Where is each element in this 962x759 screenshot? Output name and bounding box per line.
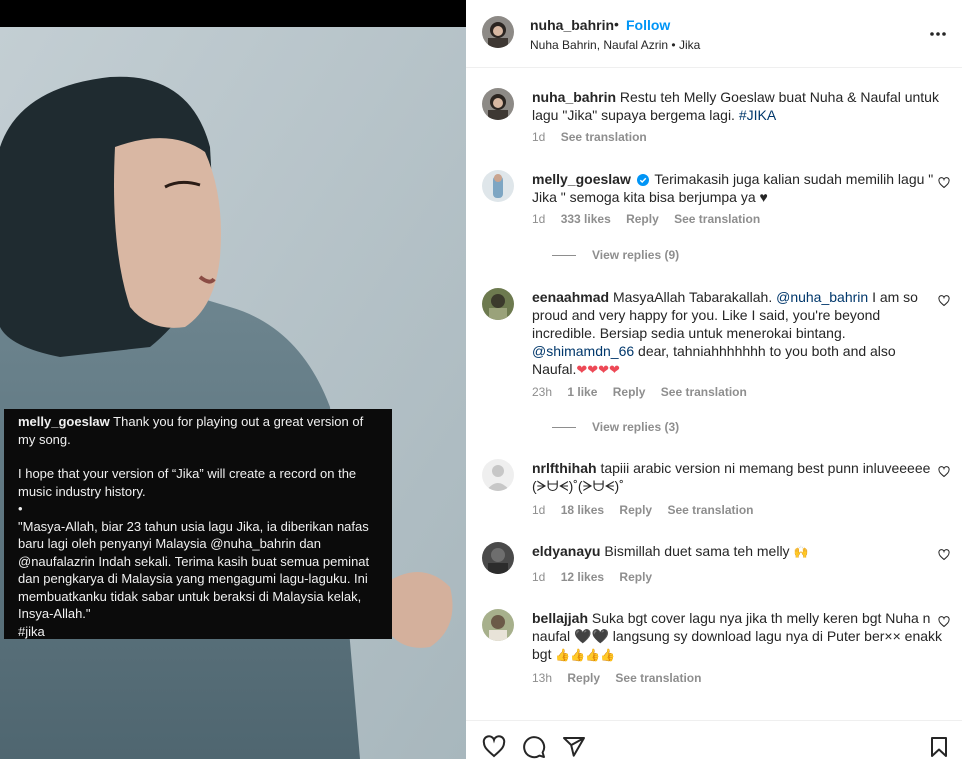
caption-hashtag[interactable]: #JIKA [739,107,776,123]
comment-meta: 1d 18 likes Reply See translation [532,503,765,517]
comment-text: eenaahmad MasyaAllah Tabarakallah. @nuha… [532,288,942,379]
commenter-avatar[interactable] [482,170,514,202]
comment-reply-button[interactable]: Reply [626,212,659,226]
post-header: nuha_bahrin • Follow Nuha Bahrin, Naufal… [466,0,962,68]
post-media[interactable]: melly_goeslaw Thank you for playing out … [0,0,466,759]
verified-badge-icon [636,174,649,186]
comment-body-a: MasyaAllah Tabarakallah. [612,289,773,305]
comment-text: nrlfthihah tapiii arabic version ni mema… [532,459,942,495]
comment-time: 1d [532,212,546,226]
thumbs-up-emoji: 👍👍👍👍 [555,648,616,662]
overlay-hashtag: #jika [18,623,45,639]
caption-text: nuha_bahrin Restu teh Melly Goeslaw buat… [532,88,942,124]
comment-username[interactable]: nrlfthihah [532,460,597,476]
commenter-avatar[interactable] [482,542,514,574]
post-detail-panel: nuha_bahrin • Follow Nuha Bahrin, Naufal… [466,0,962,759]
comment-likes[interactable]: 1 like [567,385,597,399]
heart-icon[interactable] [482,735,506,759]
commenter-avatar[interactable] [482,609,514,641]
overlay-line-3: "Masya-Allah, biar 23 tahun usia lagu Ji… [18,518,370,622]
media-top-bar [0,0,466,27]
comment-time: 13h [532,671,553,685]
overlay-line-2: I hope that your version of “Jika” will … [18,466,357,499]
caption-avatar[interactable] [482,88,514,120]
heart-icon[interactable] [938,177,950,189]
commenter-avatar-placeholder[interactable] [482,459,514,491]
comments-list[interactable]: nuha_bahrin Restu teh Melly Goeslaw buat… [466,69,962,709]
more-icon[interactable] [928,24,948,44]
heart-icon[interactable] [938,616,950,628]
comment-meta: 23h 1 like Reply See translation [532,385,759,399]
comment-text: melly_goeslaw Terimakasih juga kalian su… [532,170,942,206]
comment-time: 1d [532,503,546,517]
caption-see-translation[interactable]: See translation [561,130,647,144]
red-hearts-emoji: ❤❤❤❤ [576,362,620,377]
mention-link[interactable]: @nuha_bahrin [776,289,868,305]
mention-link[interactable]: @shimamdn_66 [532,343,634,359]
view-replies-label: View replies (3) [592,420,680,434]
overlay-username: melly_goeslaw [18,414,110,429]
quoted-story-card: melly_goeslaw Thank you for playing out … [4,409,392,639]
comment-reply-button[interactable]: Reply [613,385,646,399]
caption-meta: 1d See translation [532,130,659,144]
comment-see-translation[interactable]: See translation [667,503,753,517]
comment-reply-button[interactable]: Reply [619,570,652,584]
comment-likes[interactable]: 18 likes [561,503,604,517]
overlay-bullet: • [18,501,23,516]
comment-likes[interactable]: 12 likes [561,570,604,584]
commenter-avatar[interactable] [482,288,514,320]
comment-icon[interactable] [522,735,546,759]
author-username[interactable]: nuha_bahrin [530,17,614,33]
comment-username[interactable]: eldyanayu [532,543,600,559]
comment-username[interactable]: melly_goeslaw [532,171,631,187]
comment-meta: 1d 12 likes Reply [532,570,664,584]
action-bar [466,720,962,759]
video-frame-image [0,27,466,759]
comment-meta: 13h Reply See translation [532,671,713,685]
comment-reply-button[interactable]: Reply [567,671,600,685]
header-separator: • [614,16,619,32]
caption-username[interactable]: nuha_bahrin [532,89,616,105]
view-replies-button[interactable]: View replies (9) [552,248,679,262]
replies-divider [552,427,576,429]
replies-divider [552,255,576,257]
heart-icon[interactable] [938,295,950,307]
comment-see-translation[interactable]: See translation [615,671,701,685]
heart-icon[interactable] [938,549,950,561]
share-icon[interactable] [562,735,586,759]
comment-username[interactable]: bellajjah [532,610,588,626]
comment-meta: 1d 333 likes Reply See translation [532,212,772,226]
follow-button[interactable]: Follow [626,17,670,33]
comment-text: eldyanayu Bismillah duet sama teh melly … [532,542,942,561]
author-avatar[interactable] [482,16,514,48]
comment-text: bellajjah Suka bgt cover lagu nya jika t… [532,609,942,664]
heart-icon[interactable] [938,466,950,478]
view-replies-button[interactable]: View replies (3) [552,420,679,434]
comment-likes[interactable]: 333 likes [561,212,611,226]
comment-time: 23h [532,385,553,399]
bookmark-icon[interactable] [927,735,951,759]
raised-hands-emoji: 🙌 [793,545,809,559]
comment-body: Bismillah duet sama teh melly [604,543,790,559]
comment-see-translation[interactable]: See translation [674,212,760,226]
view-replies-label: View replies (9) [592,248,680,262]
comment-reply-button[interactable]: Reply [619,503,652,517]
comment-username[interactable]: eenaahmad [532,289,609,305]
comment-see-translation[interactable]: See translation [661,385,747,399]
comment-heart-suffix: ♥ [759,189,768,205]
audio-credits[interactable]: Nuha Bahrin, Naufal Azrin • Jika [530,38,700,52]
caption-time: 1d [532,130,546,144]
comment-time: 1d [532,570,546,584]
